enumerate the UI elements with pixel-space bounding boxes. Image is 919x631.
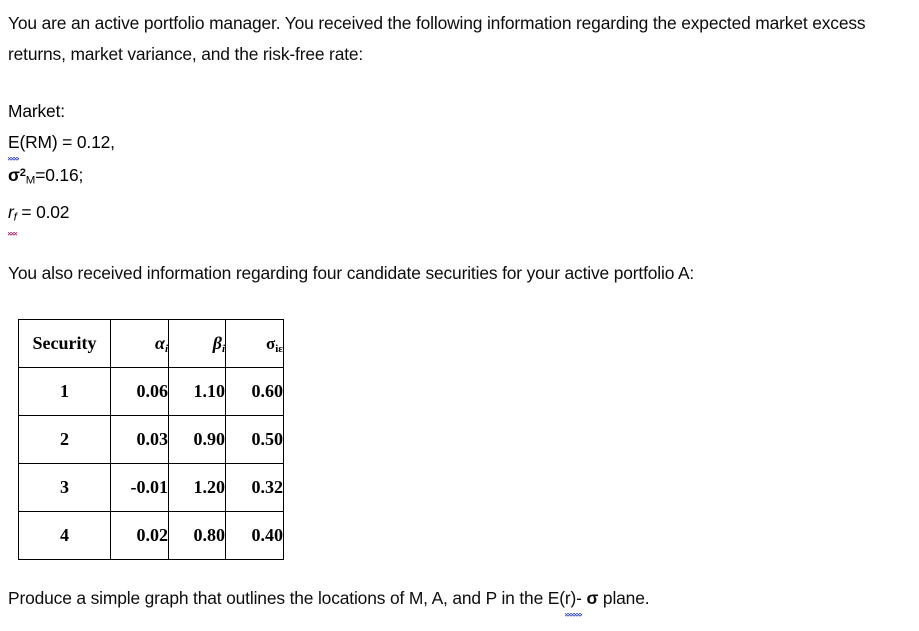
cell-beta: 1.10 [168, 367, 226, 417]
market-parameters-block: Market: E(RM) = 0.12, σ2M=0.16; rf = 0.0… [8, 96, 911, 236]
produce-text-after: plane. [598, 588, 650, 609]
expected-market-return-line: E(RM) = 0.12, [8, 127, 911, 161]
column-header-security: Security [18, 319, 111, 369]
risk-free-value: 0.02 [36, 201, 70, 222]
cell-security: 2 [18, 415, 111, 465]
cell-sigma: 0.40 [225, 511, 284, 561]
cell-beta: 1.20 [168, 463, 226, 513]
securities-table-container: Security αi βi σiε 1 0.06 1.10 0.60 2 0.… [18, 319, 911, 561]
risk-free-equals: = [16, 201, 37, 222]
table-row: 4 0.02 0.80 0.40 [18, 511, 284, 561]
market-variance-line: σ2M=0.16; [8, 158, 911, 197]
cell-sigma: 0.50 [225, 415, 284, 465]
cell-security: 1 [18, 367, 111, 417]
beta-symbol: β [212, 332, 222, 353]
expected-return-value: 0.12, [76, 132, 115, 152]
securities-table: Security αi βi σiε 1 0.06 1.10 0.60 2 0.… [18, 319, 284, 561]
market-variance-value: 0.16; [45, 165, 84, 185]
cell-alpha: 0.02 [110, 511, 169, 561]
cell-sigma: 0.32 [225, 463, 284, 513]
cell-security: 3 [18, 463, 111, 513]
market-variance-subscript: M [25, 174, 36, 187]
risk-free-symbol-group: rf [8, 197, 17, 236]
document-body: You are an active portfolio manager. You… [8, 0, 911, 631]
column-header-beta: βi [168, 319, 226, 369]
column-header-alpha: αi [110, 319, 169, 369]
risk-free-subscript: f [13, 211, 17, 224]
produce-paragraph: Produce a simple graph that outlines the… [8, 583, 911, 618]
candidates-paragraph: You also received information regarding … [8, 263, 695, 284]
market-variance-sigma: σ [8, 165, 20, 185]
produce-text-before: Produce a simple graph that outlines the… [8, 588, 565, 609]
table-row: 1 0.06 1.10 0.60 [18, 367, 284, 417]
table-row: 3 -0.01 1.20 0.32 [18, 463, 284, 513]
cell-sigma: 0.60 [225, 367, 284, 417]
expected-return-symbol-head: E [8, 127, 20, 161]
alpha-subscript: i [164, 342, 168, 355]
cell-security: 4 [18, 511, 111, 561]
sigma-subscript: iε [275, 342, 283, 355]
intro-paragraph: You are an active portfolio manager. You… [8, 13, 866, 64]
table-header-row: Security αi βi σiε [18, 319, 284, 369]
column-header-sigma: σiε [225, 319, 284, 369]
cell-alpha: -0.01 [110, 463, 169, 513]
table-body: 1 0.06 1.10 0.60 2 0.03 0.90 0.50 3 -0.0… [18, 367, 284, 561]
cell-alpha: 0.03 [110, 415, 169, 465]
market-variance-equals: = [35, 165, 46, 185]
cell-alpha: 0.06 [110, 367, 169, 417]
expected-return-symbol-tail: (RM) [19, 132, 58, 152]
beta-subscript: i [221, 342, 225, 355]
alpha-symbol: α [154, 332, 165, 353]
produce-sigma-symbol: σ [586, 588, 599, 609]
expected-return-equals: = [57, 132, 77, 152]
market-heading: Market: [8, 101, 65, 121]
sigma-symbol: σ [265, 333, 276, 353]
produce-text-squiggle: r)- [564, 583, 582, 618]
cell-beta: 0.90 [168, 415, 226, 465]
cell-beta: 0.80 [168, 511, 226, 561]
table-row: 2 0.03 0.90 0.50 [18, 415, 284, 465]
risk-free-rate-line: rf = 0.02 [8, 197, 911, 236]
